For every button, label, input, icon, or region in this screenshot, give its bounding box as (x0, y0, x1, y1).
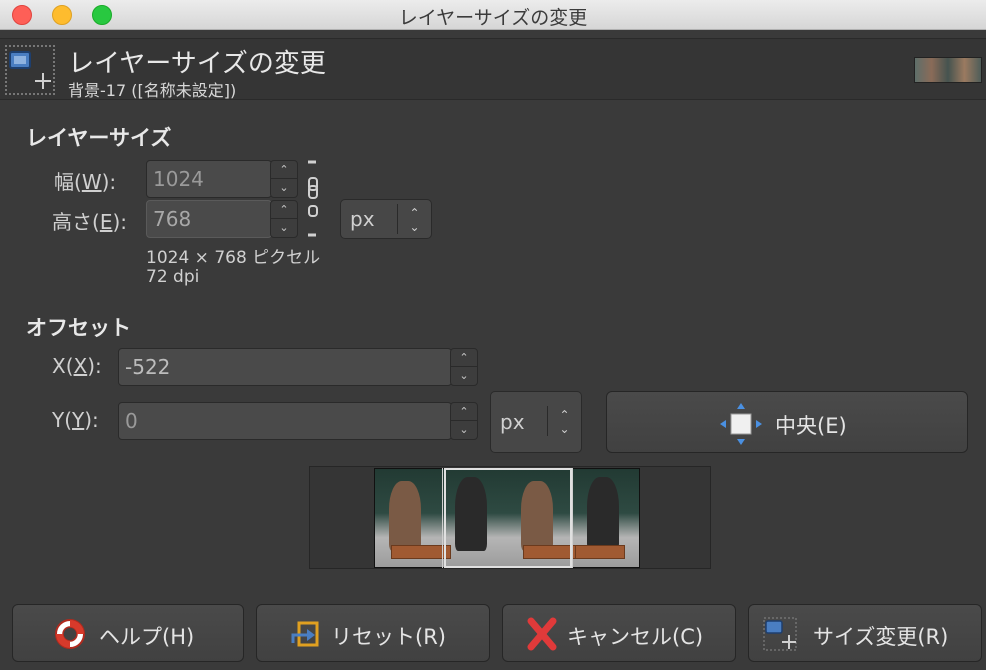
canvas-edge-left (442, 468, 443, 568)
chain-link-icon[interactable] (306, 160, 320, 238)
layer-size-heading: レイヤーサイズ (26, 126, 172, 150)
height-input[interactable]: 768 (146, 200, 272, 238)
cancel-x-icon (525, 617, 559, 651)
window-title: レイヤーサイズの変更 (398, 7, 588, 29)
help-button-label: ヘルプ(H) (99, 625, 195, 649)
layer-resize-icon (5, 45, 55, 95)
layer-resize-icon (763, 617, 797, 651)
offset-y-input[interactable]: 0 (118, 402, 452, 440)
cancel-button-label: キャンセル(C) (567, 625, 704, 649)
offset-x-spinner[interactable]: ⌃ ⌄ (450, 348, 478, 386)
center-icon (719, 402, 763, 446)
dialog-subtitle: 背景-17 ([名称未設定]) (68, 81, 237, 100)
cancel-button[interactable]: キャンセル(C) (502, 604, 736, 662)
offset-heading: オフセット (26, 316, 131, 340)
image-thumbnail (914, 57, 982, 83)
reset-icon (287, 617, 321, 651)
resize-button[interactable]: サイズ変更(R) (748, 604, 982, 662)
resolution-text: 72 dpi (146, 267, 200, 287)
height-label: 高さ(E): (52, 210, 127, 234)
pixel-dimensions-text: 1024 × 768 ピクセル (146, 248, 321, 268)
height-spinner[interactable]: ⌃ ⌄ (270, 200, 298, 238)
resize-button-label: サイズ変更(R) (813, 625, 949, 649)
dialog-header: レイヤーサイズの変更 背景-17 ([名称未設定]) (0, 38, 986, 100)
reset-button[interactable]: リセット(R) (256, 604, 490, 662)
canvas-edge-right (572, 468, 573, 568)
offset-y-spinner[interactable]: ⌃ ⌄ (450, 402, 478, 440)
width-label: 幅(W): (54, 170, 117, 194)
chevron-updown-icon: ⌃ ⌄ (547, 406, 581, 436)
offset-x-input[interactable]: -522 (118, 348, 452, 386)
width-input[interactable]: 1024 (146, 160, 272, 198)
chevron-updown-icon: ⌃ ⌄ (397, 204, 431, 234)
size-unit-select[interactable]: px ⌃ ⌄ (340, 199, 432, 239)
lifebuoy-icon (53, 617, 87, 651)
layer-boundary-frame[interactable] (444, 468, 572, 568)
reset-button-label: リセット(R) (331, 625, 446, 649)
dialog-title: レイヤーサイズの変更 (68, 49, 326, 79)
center-button[interactable]: 中央(E) (606, 391, 968, 453)
offset-unit-select[interactable]: px ⌃ ⌄ (490, 391, 582, 453)
width-spinner[interactable]: ⌃ ⌄ (270, 160, 298, 198)
window-titlebar: レイヤーサイズの変更 (0, 0, 986, 30)
help-button[interactable]: ヘルプ(H) (12, 604, 244, 662)
offset-y-label: Y(Y): (52, 408, 99, 432)
center-button-label: 中央(E) (775, 414, 847, 438)
offset-x-label: X(X): (52, 354, 102, 378)
